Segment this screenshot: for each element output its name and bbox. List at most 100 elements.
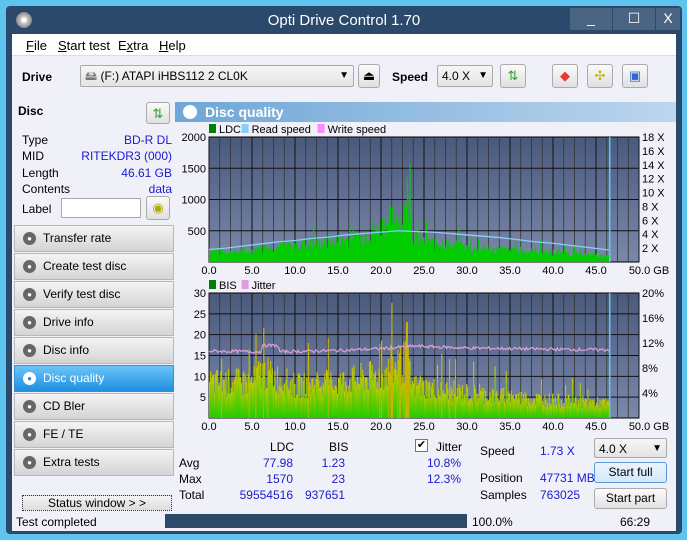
menu-help[interactable]: Help — [159, 38, 186, 53]
y-tick-label: 20 — [194, 330, 206, 342]
jitter-checkbox[interactable]: ✔ — [415, 439, 428, 452]
y-tick-label: 1000 — [182, 195, 206, 207]
disc-type-row: Type BD-R DL — [22, 133, 172, 147]
stat-total-label: Total — [179, 488, 205, 502]
minimize-button[interactable]: _ — [570, 8, 612, 30]
refresh-disc-icon[interactable]: ⇅ — [146, 102, 170, 124]
col-jitter: Jitter — [436, 440, 463, 454]
y2-tick-label: 16 X — [642, 146, 665, 158]
maximize-button[interactable]: ☐ — [613, 8, 655, 30]
toolbar: Drive 🖴 (F:) ATAPI iHBS112 2 CL0K ▼ ⏏ Sp… — [12, 56, 676, 98]
chevron-down-icon: ▼ — [652, 443, 662, 454]
x-tick-label: 45.0 — [585, 421, 606, 433]
x-tick-label: 35.0 — [499, 421, 520, 433]
legend-swatch — [209, 124, 216, 133]
progress-percent: 100.0% — [472, 515, 513, 529]
x-tick-label: 35.0 — [499, 265, 520, 277]
y-tick-label: 10 — [194, 371, 206, 383]
disc-icon: ● — [23, 260, 36, 273]
legend-label-jitter: Jitter — [252, 280, 276, 292]
disc-icon: ● — [23, 232, 36, 245]
x-tick-label: 10.0 — [284, 421, 305, 433]
stat-avg-bis: 1.23 — [321, 456, 345, 470]
nav-create-test-disc[interactable]: ● Create test disc — [14, 253, 174, 280]
refresh-drive-icon[interactable]: ⇅ — [500, 64, 526, 88]
x-tick-label: 15.0 — [327, 265, 348, 277]
nav-disc-quality[interactable]: ● Disc quality — [14, 365, 174, 392]
x-tick-label: 0.0 — [201, 265, 216, 277]
stat-avg-jitter: 10.8% — [426, 456, 461, 470]
y-tick-label: 15 — [194, 351, 206, 363]
y2-tick-label: 20% — [642, 288, 664, 300]
x-tick-label: 45.0 — [585, 265, 606, 277]
y2-tick-label: 8% — [642, 363, 658, 375]
y2-tick-label: 16% — [642, 313, 664, 325]
nav-transfer-rate[interactable]: ● Transfer rate — [14, 225, 174, 252]
drive-label: Drive — [22, 70, 53, 84]
nav-fe-te[interactable]: ● FE / TE — [14, 421, 174, 448]
x-tick-label: 20.0 — [370, 265, 391, 277]
y-tick-label: 25 — [194, 309, 206, 321]
y2-tick-label: 8 X — [642, 201, 659, 213]
speed-label: Speed — [480, 444, 515, 458]
legend-label-ldc: LDC — [219, 124, 241, 136]
chevron-down-icon: ▼ — [339, 70, 349, 81]
erase-icon[interactable]: ◆ — [552, 64, 578, 88]
eject-button[interactable]: ⏏ — [358, 64, 380, 88]
menu-file[interactable]: File — [26, 38, 47, 53]
x-tick-label: 5.0 — [244, 265, 259, 277]
main-panel: Disc quality LDC Read speed Write speed 0.0… — [175, 98, 676, 511]
legend-swatch — [241, 280, 249, 289]
y2-tick-label: 18 X — [642, 132, 665, 144]
menu-start-test[interactable]: Start test — [58, 38, 110, 53]
x-tick-label: 40.0 — [542, 265, 563, 277]
panel-header: Disc quality — [175, 102, 676, 122]
disc-length-row: Length 46.61 GB — [22, 166, 172, 180]
y2-tick-label: 12% — [642, 338, 664, 350]
nav-verify-test-disc[interactable]: ● Verify test disc — [14, 281, 174, 308]
stat-max-label: Max — [179, 472, 202, 486]
y2-tick-label: 2 X — [642, 243, 659, 255]
nav-extra-tests[interactable]: ● Extra tests — [14, 449, 174, 476]
nav-disc-info[interactable]: ● Disc info — [14, 337, 174, 364]
nav-drive-info[interactable]: ● Drive info — [14, 309, 174, 336]
progress-fill — [165, 514, 467, 528]
samples-label: Samples — [480, 488, 527, 502]
status-text: Test completed — [16, 515, 97, 529]
speed-value: 1.73 X — [540, 444, 575, 458]
speed-select[interactable]: 4.0 X ▼ — [437, 65, 493, 87]
x-tick-label: 10.0 — [284, 265, 305, 277]
disc-label-icon[interactable]: ◉ — [146, 196, 170, 220]
y2-tick-label: 4% — [642, 388, 658, 400]
disc-icon: ● — [23, 456, 36, 469]
col-bis: BIS — [329, 440, 349, 454]
stat-max-jitter: 12.3% — [426, 472, 461, 486]
y-tick-label: 1500 — [182, 163, 206, 175]
legend-label-write-speed: Write speed — [328, 124, 387, 136]
x-tick-label: 50.0 GB — [629, 265, 669, 277]
disc-header: Disc — [18, 104, 44, 118]
menu-bar: File Start test Extra Help — [12, 34, 676, 56]
start-part-button[interactable]: Start part — [594, 488, 667, 509]
save-icon[interactable]: ▣ — [622, 64, 648, 88]
settings-icon[interactable]: ✣ — [587, 64, 613, 88]
status-window-button[interactable]: Status window > > — [22, 495, 172, 511]
menu-extra[interactable]: Extra — [118, 38, 148, 53]
drive-select[interactable]: 🖴 (F:) ATAPI iHBS112 2 CL0K ▼ — [80, 65, 354, 87]
stat-max-bis: 23 — [331, 472, 345, 486]
start-full-button[interactable]: Start full — [594, 462, 667, 483]
y2-tick-label: 4 X — [642, 229, 659, 241]
y2-tick-label: 10 X — [642, 188, 665, 200]
close-button[interactable]: X — [656, 8, 680, 30]
position-value: 47731 MB — [540, 471, 595, 485]
stat-avg-label: Avg — [179, 456, 200, 470]
disc-label-input[interactable] — [61, 198, 141, 218]
nav-cd-bler[interactable]: ● CD Bler — [14, 393, 174, 420]
disc-quality-icon — [183, 105, 197, 119]
x-tick-label: 30.0 — [456, 265, 477, 277]
app-window: Opti Drive Control 1.70 _ ☐ X File Start… — [6, 6, 682, 534]
col-ldc: LDC — [270, 440, 295, 454]
y2-tick-label: 14 X — [642, 160, 665, 172]
test-speed-select[interactable]: 4.0 X ▼ — [594, 438, 667, 458]
left-panel: Disc ⇅ Type BD-R DL MID RITEKDR3 (000) Len… — [12, 98, 175, 511]
